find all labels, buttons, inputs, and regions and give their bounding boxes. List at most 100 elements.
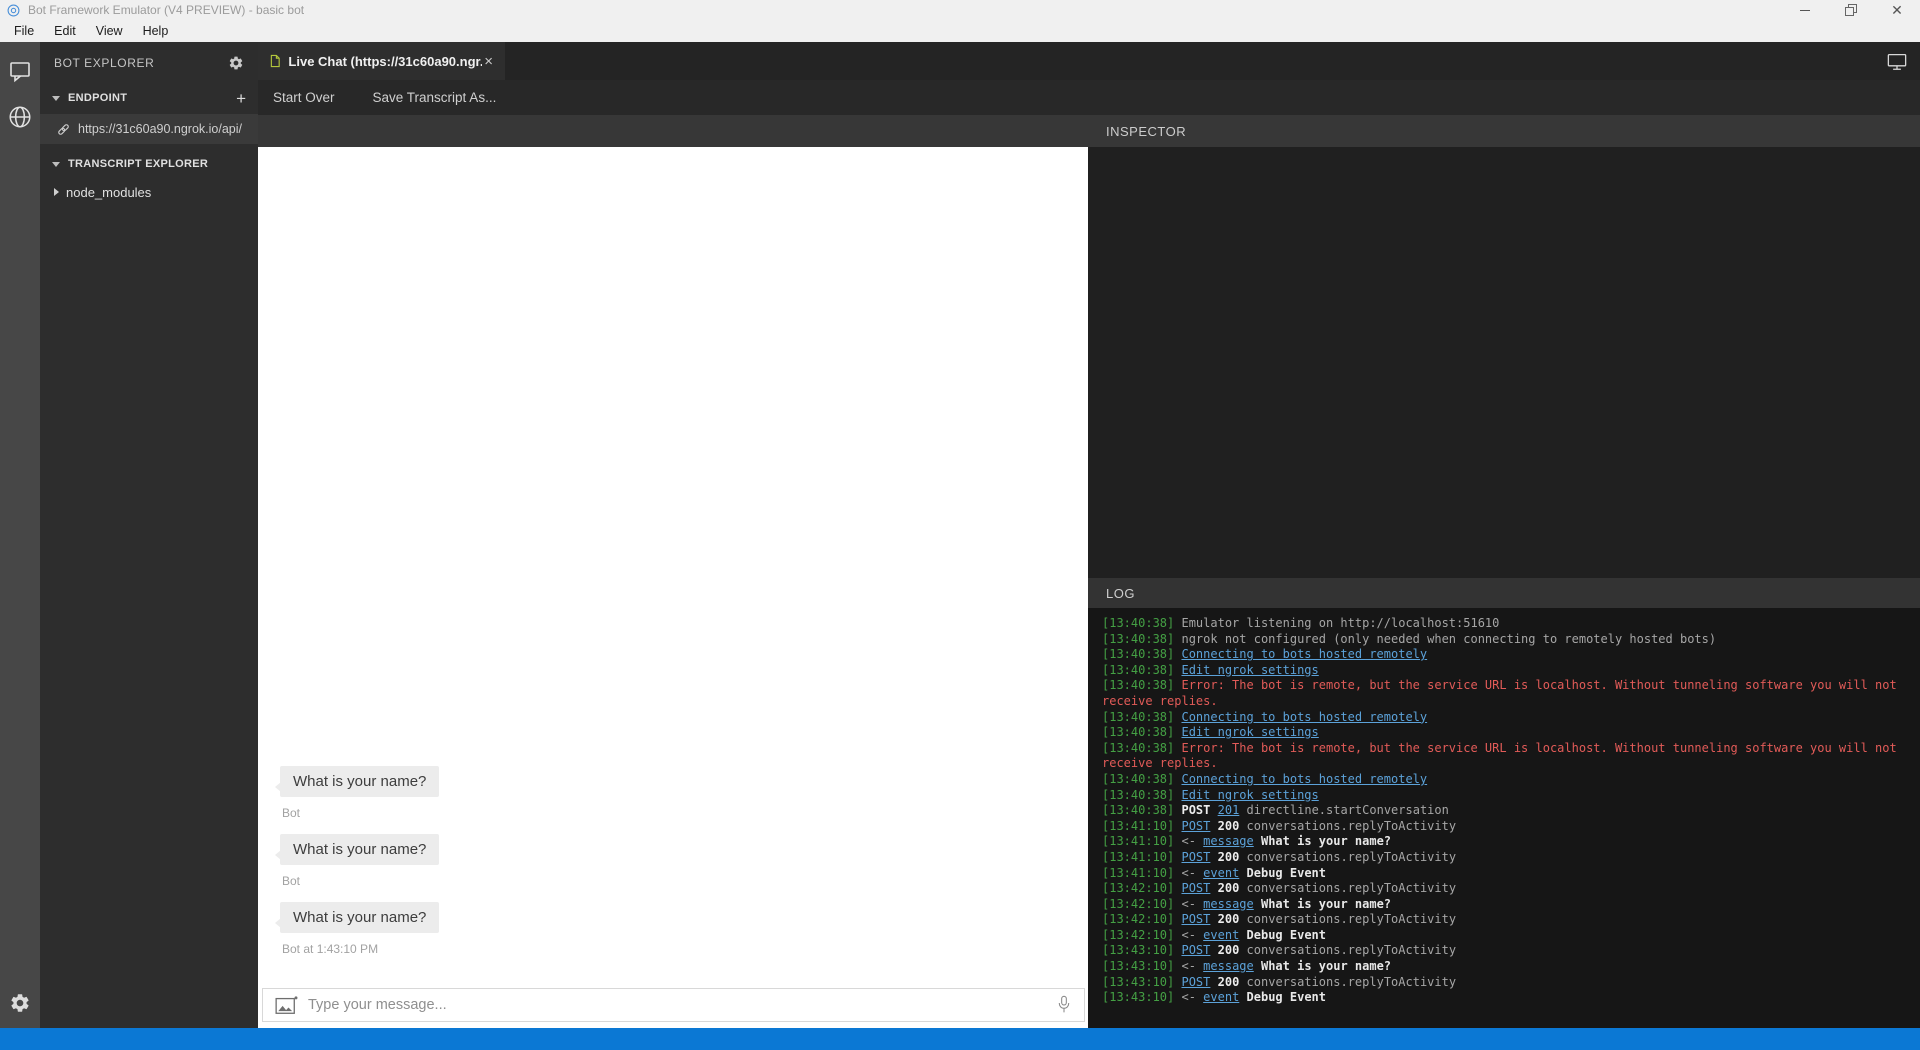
transcript-explorer-label: TRANSCRIPT EXPLORER xyxy=(68,158,209,170)
minimize-icon xyxy=(1800,9,1810,11)
log-timestamp: [13:40:38] xyxy=(1102,709,1175,724)
log-text: Error: The bot is remote, but the servic… xyxy=(1102,678,1904,708)
close-button[interactable]: ✕ xyxy=(1874,0,1920,20)
window-title: Bot Framework Emulator (V4 PREVIEW) - ba… xyxy=(28,3,305,17)
log-entry: [13:40:38] Edit ngrok settings xyxy=(1102,725,1908,741)
restore-icon xyxy=(1845,4,1857,16)
log-text: 200 xyxy=(1217,974,1240,989)
globe-icon xyxy=(9,106,31,128)
tab-close-button[interactable]: × xyxy=(482,53,495,70)
log-timestamp: [13:42:10] xyxy=(1102,927,1175,942)
log-entry: [13:40:38] ngrok not configured (only ne… xyxy=(1102,632,1908,648)
left-icon-rail xyxy=(0,42,40,1028)
log-link[interactable]: POST xyxy=(1181,912,1210,926)
endpoint-section-header[interactable]: ENDPOINT + xyxy=(40,84,258,112)
minimize-button[interactable] xyxy=(1782,0,1828,20)
log-text: 200 xyxy=(1217,912,1240,927)
log-entry: [13:41:10] POST 200 conversations.replyT… xyxy=(1102,850,1908,866)
log-link[interactable]: Edit ngrok settings xyxy=(1181,788,1318,802)
log-entry: [13:40:38] Edit ngrok settings xyxy=(1102,663,1908,679)
log-link[interactable]: POST xyxy=(1181,850,1210,864)
log-link[interactable]: Connecting to bots hosted remotely xyxy=(1181,647,1427,661)
log-entry: [13:40:38] Edit ngrok settings xyxy=(1102,788,1908,804)
log-link[interactable]: POST xyxy=(1181,819,1210,833)
log-entry: [13:40:38] Emulator listening on http://… xyxy=(1102,616,1908,632)
endpoint-url: https://31c60a90.ngrok.io/api/ xyxy=(78,122,243,136)
endpoint-item[interactable]: https://31c60a90.ngrok.io/api/ xyxy=(40,114,258,144)
log-timestamp: [13:41:10] xyxy=(1102,818,1175,833)
add-endpoint-button[interactable]: + xyxy=(236,90,246,107)
log-text: <- xyxy=(1181,896,1196,911)
presentation-mode-button[interactable] xyxy=(1886,52,1908,71)
log-text: What is your name? xyxy=(1260,959,1392,974)
log-text: 200 xyxy=(1217,881,1240,896)
menu-view[interactable]: View xyxy=(86,21,133,41)
start-over-button[interactable]: Start Over xyxy=(273,90,335,105)
endpoints-rail-button[interactable] xyxy=(0,94,40,140)
log-timestamp: [13:43:10] xyxy=(1102,990,1175,1005)
restore-button[interactable] xyxy=(1828,0,1874,20)
microphone-button[interactable] xyxy=(1056,994,1072,1016)
collapse-arrow-icon xyxy=(52,161,60,167)
message-input[interactable] xyxy=(308,997,1056,1013)
log-link[interactable]: message xyxy=(1203,897,1254,911)
log-panel[interactable]: [13:40:38] Emulator listening on http://… xyxy=(1088,608,1920,1028)
menu-help[interactable]: Help xyxy=(133,21,179,41)
bot-explorer-panel: BOT EXPLORER ENDPOINT + https://31c60a90… xyxy=(40,42,258,1028)
explorer-settings-button[interactable] xyxy=(228,55,244,71)
monitor-icon xyxy=(1887,53,1907,70)
log-link[interactable]: Connecting to bots hosted remotely xyxy=(1181,772,1427,786)
log-text: conversations.replyToActivity xyxy=(1246,881,1457,896)
log-link[interactable]: message xyxy=(1203,834,1254,848)
log-entry: [13:40:38] Connecting to bots hosted rem… xyxy=(1102,647,1908,663)
inspector-title: INSPECTOR xyxy=(1106,123,1187,139)
live-chat-rail-button[interactable] xyxy=(0,48,40,94)
log-link[interactable]: event xyxy=(1203,990,1239,1004)
transcript-explorer-header[interactable]: TRANSCRIPT EXPLORER xyxy=(40,150,258,178)
log-text: ngrok not configured (only needed when c… xyxy=(1181,631,1717,646)
log-link[interactable]: POST xyxy=(1181,975,1210,989)
tab-strip: Live Chat (https://31c60a90.ngr... × xyxy=(258,42,1920,80)
live-chat-panel: What is your name? Bot What is your name? B… xyxy=(258,147,1088,1028)
tab-label: Live Chat (https://31c60a90.ngr... xyxy=(288,53,483,69)
log-entry: [13:42:10] POST 200 conversations.replyT… xyxy=(1102,881,1908,897)
menu-edit[interactable]: Edit xyxy=(44,21,86,41)
log-link[interactable]: message xyxy=(1203,959,1254,973)
log-title: LOG xyxy=(1106,585,1135,601)
log-entry: [13:40:38] Error: The bot is remote, but… xyxy=(1102,741,1908,772)
log-link[interactable]: POST xyxy=(1181,943,1210,957)
log-link[interactable]: event xyxy=(1203,928,1239,942)
log-timestamp: [13:40:38] xyxy=(1102,616,1175,630)
chat-icon xyxy=(10,62,30,83)
log-entry: [13:40:38] Error: The bot is remote, but… xyxy=(1102,678,1908,709)
log-text: <- xyxy=(1181,927,1196,942)
bot-message-bubble: What is your name? xyxy=(274,834,440,865)
transcript-folder-node-modules[interactable]: node_modules xyxy=(40,178,258,206)
log-text: What is your name? xyxy=(1260,834,1392,849)
log-entry: [13:42:10] <- event Debug Event xyxy=(1102,928,1908,944)
log-link[interactable]: Edit ngrok settings xyxy=(1181,663,1318,677)
log-link[interactable]: Edit ngrok settings xyxy=(1181,725,1318,739)
tab-live-chat[interactable]: Live Chat (https://31c60a90.ngr... × xyxy=(258,42,505,80)
log-text: What is your name? xyxy=(1260,896,1392,911)
save-transcript-button[interactable]: Save Transcript As... xyxy=(373,90,497,105)
log-link[interactable]: event xyxy=(1203,866,1239,880)
log-link[interactable]: Connecting to bots hosted remotely xyxy=(1181,710,1427,724)
endpoint-section-label: ENDPOINT xyxy=(68,92,128,104)
log-timestamp: [13:41:10] xyxy=(1102,865,1175,880)
log-text: Debug Event xyxy=(1246,990,1327,1005)
log-link[interactable]: POST xyxy=(1181,881,1210,895)
attach-image-button[interactable] xyxy=(275,995,298,1015)
folder-label: node_modules xyxy=(66,184,152,200)
log-text: 200 xyxy=(1217,849,1240,864)
settings-rail-button[interactable] xyxy=(0,980,40,1026)
log-timestamp: [13:43:10] xyxy=(1102,974,1175,989)
log-entry: [13:43:10] POST 200 conversations.replyT… xyxy=(1102,975,1908,991)
menu-file[interactable]: File xyxy=(4,21,44,41)
log-link[interactable]: 201 xyxy=(1218,803,1240,817)
bot-message-bubble: What is your name? xyxy=(274,902,440,933)
log-timestamp: [13:42:10] xyxy=(1102,881,1175,896)
log-timestamp: [13:43:10] xyxy=(1102,943,1175,958)
title-bar: Bot Framework Emulator (V4 PREVIEW) - ba… xyxy=(0,0,1920,20)
log-timestamp: [13:42:10] xyxy=(1102,896,1175,911)
